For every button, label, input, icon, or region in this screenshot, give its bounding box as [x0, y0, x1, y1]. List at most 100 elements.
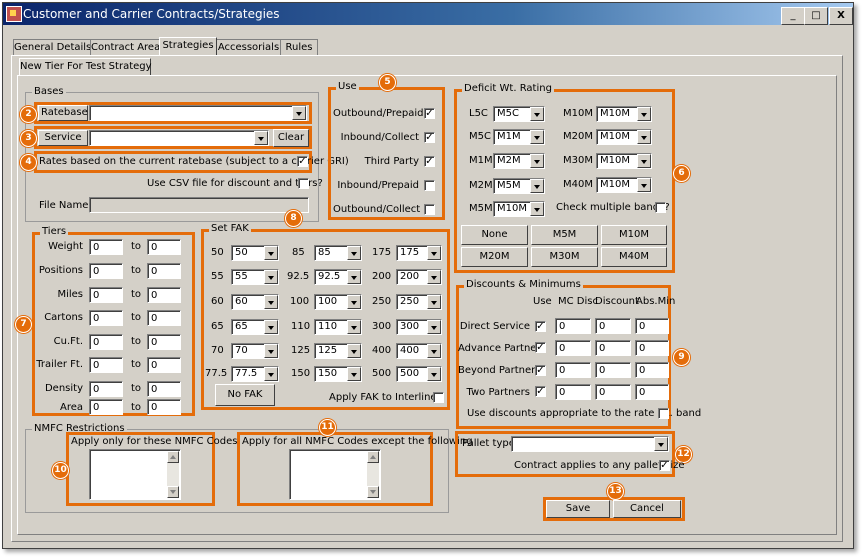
deficit-m5c-select[interactable]: M1M	[493, 129, 545, 145]
disc-two-abs[interactable]: 0	[635, 384, 669, 400]
deficit-l5c-select[interactable]: M5C	[493, 106, 545, 122]
pallet-any-checkbox[interactable]: ✓	[659, 460, 670, 471]
use-inbound-prepaid-checkbox[interactable]	[424, 180, 435, 191]
use-third-party-checkbox[interactable]: ✓	[424, 156, 435, 167]
tier-miles-to[interactable]: 0	[147, 287, 181, 303]
chevron-down-icon[interactable]	[254, 131, 268, 145]
disc-two-mc[interactable]: 0	[555, 384, 591, 400]
scroll-down-icon[interactable]	[167, 486, 179, 498]
disc-advance-checkbox[interactable]: ✓	[535, 342, 546, 353]
fak-select[interactable]: 200	[396, 269, 442, 285]
disc-direct-disc[interactable]: 0	[595, 318, 631, 334]
disc-direct-checkbox[interactable]: ✓	[535, 321, 546, 332]
deficit-m30m-button[interactable]: M30M	[531, 247, 598, 267]
use-inbound-collect-checkbox[interactable]: ✓	[424, 132, 435, 143]
tier-cuft-from[interactable]: 0	[89, 334, 123, 350]
fak-select[interactable]: 85	[314, 245, 362, 261]
filename-field[interactable]	[89, 197, 309, 213]
service-select[interactable]	[89, 130, 269, 146]
rates-current-checkbox[interactable]: ✓	[297, 156, 308, 167]
scrollbar[interactable]	[367, 451, 379, 498]
chevron-down-icon[interactable]	[637, 130, 651, 144]
chevron-down-icon[interactable]	[347, 270, 361, 284]
chevron-down-icon[interactable]	[347, 320, 361, 334]
scrollbar[interactable]	[167, 451, 179, 498]
tier-cuft-to[interactable]: 0	[147, 334, 181, 350]
fak-select[interactable]: 110	[314, 319, 362, 335]
deficit-m40m-button[interactable]: M40M	[601, 247, 667, 267]
tier-area-to[interactable]: 0	[147, 399, 181, 415]
chevron-down-icon[interactable]	[264, 367, 278, 381]
fak-select[interactable]: 70	[231, 343, 279, 359]
chevron-down-icon[interactable]	[530, 202, 544, 216]
disc-beyond-checkbox[interactable]: ✓	[535, 365, 546, 376]
chevron-down-icon[interactable]	[637, 107, 651, 121]
chevron-down-icon[interactable]	[264, 270, 278, 284]
disc-rate-band-checkbox[interactable]	[658, 408, 669, 419]
fak-select[interactable]: 60	[231, 294, 279, 310]
chevron-down-icon[interactable]	[347, 246, 361, 260]
minimize-button[interactable]: _	[781, 7, 805, 25]
fak-select[interactable]: 100	[314, 294, 362, 310]
disc-advance-abs[interactable]: 0	[635, 340, 669, 356]
disc-advance-disc[interactable]: 0	[595, 340, 631, 356]
clear-button[interactable]: Clear	[273, 129, 309, 147]
chevron-down-icon[interactable]	[264, 320, 278, 334]
scroll-down-icon[interactable]	[367, 486, 379, 498]
tier-area-from[interactable]: 0	[89, 399, 123, 415]
chevron-down-icon[interactable]	[264, 295, 278, 309]
fak-select[interactable]: 77.5	[231, 366, 279, 382]
deficit-m30m-select[interactable]: M10M	[596, 153, 652, 169]
save-button[interactable]: Save	[546, 500, 610, 518]
chevron-down-icon[interactable]	[347, 295, 361, 309]
fak-select[interactable]: 65	[231, 319, 279, 335]
deficit-none-button[interactable]: None	[461, 225, 528, 245]
disc-two-checkbox[interactable]: ✓	[535, 386, 546, 397]
deficit-m20m-select[interactable]: M10M	[596, 129, 652, 145]
tier-positions-to[interactable]: 0	[147, 263, 181, 279]
tier-cartons-to[interactable]: 0	[147, 310, 181, 326]
deficit-m10m-select[interactable]: M10M	[596, 106, 652, 122]
disc-direct-abs[interactable]: 0	[635, 318, 669, 334]
tier-positions-from[interactable]: 0	[89, 263, 123, 279]
chevron-down-icon[interactable]	[292, 106, 306, 120]
disc-beyond-abs[interactable]: 0	[635, 362, 669, 378]
tier-trailer-from[interactable]: 0	[89, 357, 123, 373]
check-multiple-checkbox[interactable]	[655, 202, 666, 213]
tier-weight-to[interactable]: 0	[147, 239, 181, 255]
deficit-m5m-select[interactable]: M10M	[493, 201, 545, 217]
use-outbound-prepaid-checkbox[interactable]: ✓	[424, 108, 435, 119]
chevron-down-icon[interactable]	[637, 178, 651, 192]
tier-density-from[interactable]: 0	[89, 381, 123, 397]
chevron-down-icon[interactable]	[530, 179, 544, 193]
tier-miles-from[interactable]: 0	[89, 287, 123, 303]
chevron-down-icon[interactable]	[637, 154, 651, 168]
chevron-down-icon[interactable]	[427, 270, 441, 284]
fak-select[interactable]: 175	[396, 245, 442, 261]
chevron-down-icon[interactable]	[264, 344, 278, 358]
tier-weight-from[interactable]: 0	[89, 239, 123, 255]
deficit-m40m-select[interactable]: M10M	[596, 177, 652, 193]
tab-rules[interactable]: Rules	[280, 39, 318, 55]
tab-accessorials[interactable]: Accessorials	[216, 39, 281, 55]
chevron-down-icon[interactable]	[347, 367, 361, 381]
pallet-type-select[interactable]	[511, 436, 669, 452]
scroll-up-icon[interactable]	[367, 451, 379, 463]
chevron-down-icon[interactable]	[264, 246, 278, 260]
tab-new-tier[interactable]: New Tier For Test Strategy	[19, 58, 152, 75]
cancel-button[interactable]: Cancel	[613, 500, 681, 518]
chevron-down-icon[interactable]	[347, 344, 361, 358]
fak-select[interactable]: 250	[396, 294, 442, 310]
chevron-down-icon[interactable]	[427, 246, 441, 260]
no-fak-button[interactable]: No FAK	[215, 384, 275, 406]
disc-two-disc[interactable]: 0	[595, 384, 631, 400]
chevron-down-icon[interactable]	[427, 295, 441, 309]
chevron-down-icon[interactable]	[530, 130, 544, 144]
tab-strategies[interactable]: Strategies	[159, 37, 217, 55]
chevron-down-icon[interactable]	[427, 344, 441, 358]
chevron-down-icon[interactable]	[427, 320, 441, 334]
deficit-m10m-button[interactable]: M10M	[601, 225, 667, 245]
fak-select[interactable]: 400	[396, 343, 442, 359]
fak-select[interactable]: 150	[314, 366, 362, 382]
fak-select[interactable]: 125	[314, 343, 362, 359]
